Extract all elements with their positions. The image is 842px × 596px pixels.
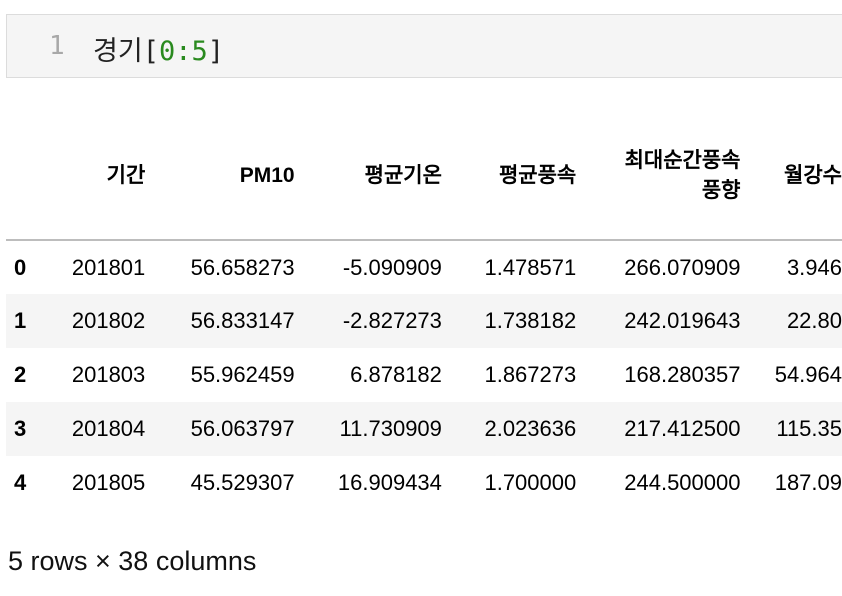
- column-header-index: [6, 112, 48, 241]
- cell-avg-temp: 16.909434: [337, 470, 442, 495]
- table-header-row: 기간 PM10 평균기온 평균풍속 최대순간풍속 풍향 월강수: [6, 112, 842, 241]
- column-header-pm10: PM10: [145, 112, 295, 241]
- cell-avg-temp: 11.730909: [339, 416, 442, 441]
- dataframe-output: 기간 PM10 평균기온 평균풍속 최대순간풍속 풍향 월강수 0 201801…: [0, 112, 842, 516]
- table-row: 1 201802 56.833147 -2.827273 1.738182 24…: [6, 294, 842, 348]
- cell-period: 201803: [71, 362, 146, 387]
- row-index: 0: [14, 254, 27, 280]
- column-header-avg-temp: 평균기온: [294, 112, 442, 241]
- cell-avg-temp: -2.827273: [342, 308, 442, 333]
- cell-monthly-precip: 22.80: [786, 308, 842, 333]
- row-index: 4: [14, 470, 27, 495]
- cell-monthly-precip: 187.09: [774, 470, 842, 495]
- code-slice-end: 5: [191, 36, 208, 67]
- cell-period: 201805: [71, 470, 146, 495]
- column-header-period: 기간: [47, 112, 146, 241]
- cell-max-gust-dir: 168.280357: [624, 362, 741, 387]
- cell-max-gust-dir: 244.500000: [624, 470, 741, 495]
- cell-pm10: 45.529307: [190, 470, 295, 495]
- cell-period: 201802: [71, 308, 146, 333]
- cell-max-gust-dir: 217.412500: [624, 416, 741, 441]
- cell-max-gust-dir: 242.019643: [624, 308, 741, 333]
- cell-pm10: 56.658273: [190, 254, 295, 280]
- line-number: 1: [49, 31, 65, 61]
- table-row: 3 201804 56.063797 11.730909 2.023636 21…: [6, 402, 842, 456]
- cell-monthly-precip: 3.946: [786, 254, 842, 280]
- code-open-bracket: [: [142, 36, 159, 67]
- cell-monthly-precip: 54.964: [774, 362, 842, 387]
- column-header-max-gust-dir: 최대순간풍속 풍향: [576, 112, 741, 241]
- code-text[interactable]: 경기[0:5]: [93, 29, 224, 68]
- cell-period: 201804: [71, 416, 146, 441]
- cell-avg-temp: 6.878182: [350, 362, 442, 387]
- code-cell-input[interactable]: 1 경기[0:5]: [6, 14, 842, 78]
- row-index: 2: [14, 362, 27, 387]
- cell-avg-temp: -5.090909: [342, 254, 442, 280]
- cell-avg-wind: 1.738182: [484, 308, 577, 333]
- cell-period: 201801: [71, 254, 146, 280]
- cell-avg-wind: 1.700000: [484, 470, 577, 495]
- code-slice-colon: :: [175, 36, 192, 67]
- cell-pm10: 56.833147: [190, 308, 295, 333]
- cell-avg-wind: 1.478571: [484, 254, 577, 280]
- dataframe-summary: 5 rows × 38 columns: [8, 546, 257, 576]
- cell-avg-wind: 1.867273: [484, 362, 577, 387]
- table-row: 0 201801 56.658273 -5.090909 1.478571 26…: [6, 240, 842, 294]
- row-index: 3: [14, 416, 27, 441]
- cell-monthly-precip: 115.35: [776, 416, 842, 441]
- column-header-monthly-precip: 월강수: [740, 112, 842, 241]
- cell-pm10: 55.962459: [190, 362, 295, 387]
- column-header-avg-wind: 평균풍속: [441, 112, 577, 241]
- code-variable: 경기: [93, 36, 143, 67]
- cell-avg-wind: 2.023636: [484, 416, 577, 441]
- code-slice-start: 0: [158, 36, 176, 67]
- code-close-bracket: ]: [207, 36, 225, 67]
- cell-max-gust-dir: 266.070909: [624, 254, 741, 280]
- row-index: 1: [14, 308, 27, 333]
- table-row: 4 201805 45.529307 16.909434 1.700000 24…: [6, 456, 842, 510]
- cell-pm10: 56.063797: [190, 416, 295, 441]
- table-row: 2 201803 55.962459 6.878182 1.867273 168…: [6, 348, 842, 402]
- dataframe-table: 기간 PM10 평균기온 평균풍속 최대순간풍속 풍향 월강수 0 201801…: [6, 112, 842, 510]
